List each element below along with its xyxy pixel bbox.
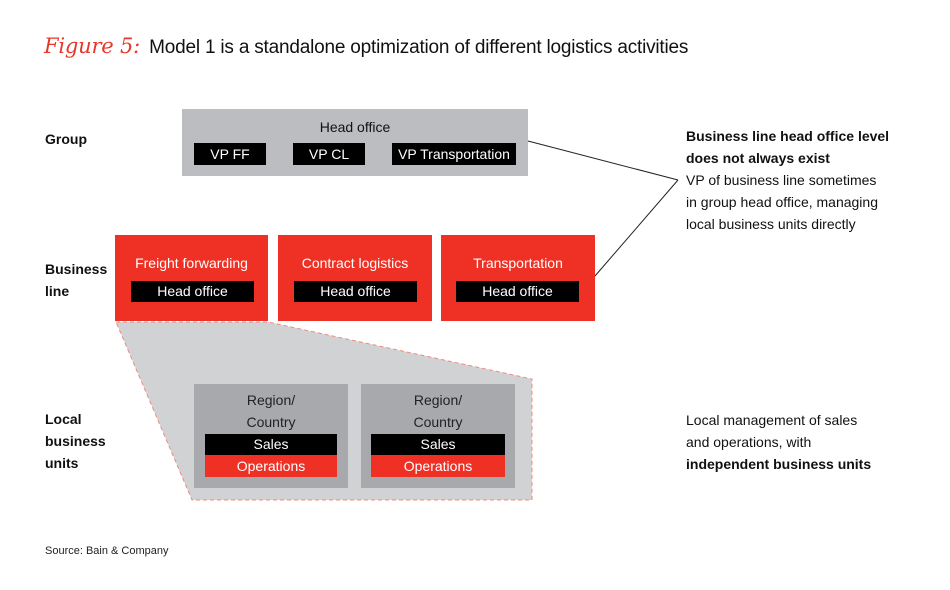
note-line: and operations, with [686, 434, 812, 450]
local-unit-title-line: Country [246, 414, 296, 430]
local-unit-operations: Operations [371, 455, 505, 477]
business-line-contract-logistics: Contract logistics Head office [278, 235, 432, 321]
note-line: VP of business line sometimes [686, 172, 877, 188]
local-unit-title: Region/ Country [361, 389, 515, 433]
row-label-business-line: Business line [45, 258, 107, 302]
business-line-transportation: Transportation Head office [441, 235, 595, 321]
connector-line-group [527, 140, 679, 181]
business-line-name: Freight forwarding [135, 255, 248, 271]
local-unit-sales: Sales [205, 434, 337, 455]
note-bold-line: does not always exist [686, 150, 830, 166]
business-line-head-office: Head office [456, 281, 579, 302]
note-bold-line: independent business units [686, 456, 872, 472]
vp-transportation-box: VP Transportation [392, 143, 516, 165]
vp-ff-box: VP FF [194, 143, 266, 165]
business-line-name: Contract logistics [301, 255, 409, 271]
note-local-management: Local management of sales and operations… [686, 409, 871, 475]
figure-label: Figure 5: [44, 34, 141, 58]
local-unit-region-country: Region/ Country Sales Operations [194, 384, 348, 488]
local-unit-title-line: Region/ [246, 392, 296, 408]
note-line: Local management of sales [686, 412, 858, 428]
row-label-line: Local [45, 411, 82, 427]
local-unit-title-line: Region/ [413, 392, 463, 408]
business-line-freight-forwarding: Freight forwarding Head office [115, 235, 268, 321]
local-unit-title: Region/ Country [194, 389, 348, 433]
local-unit-region-country: Region/ Country Sales Operations [361, 384, 515, 488]
business-line-name: Transportation [473, 255, 563, 271]
figure-title: Figure 5: Model 1 is a standalone optimi… [44, 34, 688, 59]
local-unit-sales: Sales [371, 434, 505, 455]
source-note: Source: Bain & Company [45, 545, 169, 557]
figure-title-text: Model 1 is a standalone optimization of … [149, 37, 689, 58]
row-label-line: units [45, 455, 79, 471]
group-head-office-title: Head office [319, 119, 391, 135]
vp-cl-box: VP CL [293, 143, 365, 165]
local-unit-operations: Operations [205, 455, 337, 477]
row-label-line: business [45, 433, 106, 449]
group-head-office-box: Head office VP FF VP CL VP Transportatio… [182, 109, 528, 176]
local-unit-title-line: Country [413, 414, 463, 430]
business-line-head-office: Head office [294, 281, 417, 302]
business-line-head-office: Head office [131, 281, 254, 302]
connector-line-business [594, 179, 679, 277]
note-line: local business units directly [686, 216, 856, 232]
row-label-group: Group [45, 131, 87, 147]
note-business-line-head-office: Business line head office level does not… [686, 125, 889, 235]
note-line: in group head office, managing [686, 194, 878, 210]
row-label-line: line [45, 283, 70, 299]
row-label-line: Business [45, 261, 108, 277]
row-label-local-units: Local business units [45, 408, 106, 474]
note-bold-line: Business line head office level [686, 128, 890, 144]
